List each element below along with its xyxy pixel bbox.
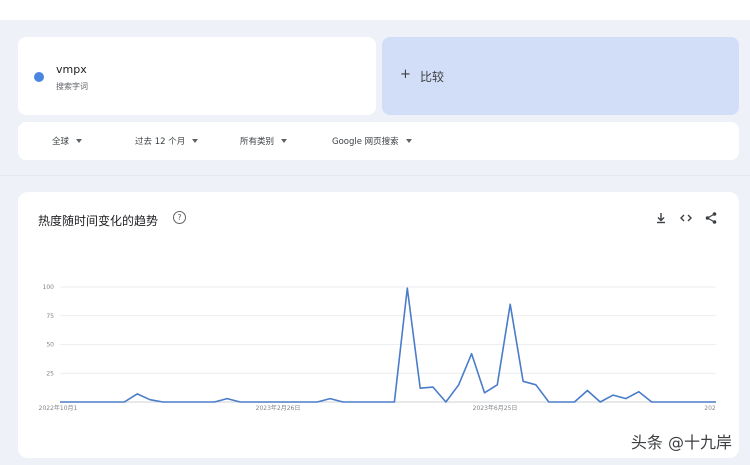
chevron-down-icon	[192, 139, 199, 143]
top-bar	[0, 0, 750, 20]
plus-icon: +	[400, 67, 411, 82]
filter-category-label: 所有类别	[240, 137, 275, 147]
filter-region-label: 全球	[52, 137, 70, 147]
compare-label: 比较	[420, 70, 445, 84]
interest-over-time-card: 热度随时间变化的趋势 ? 25 50 75 100 2022年10月1 2023年2月2…	[18, 192, 739, 458]
x-tick-label: 2022年10月1	[39, 404, 78, 412]
term-color-dot	[34, 72, 44, 82]
term-type: 搜索字词	[56, 82, 88, 91]
chevron-down-icon	[281, 139, 288, 143]
series-line	[60, 287, 716, 403]
line-chart: 25 50 75 100 2022年10月1 2023年2月26日 2023年6月25日 2…	[39, 284, 716, 412]
chevron-down-icon	[405, 139, 412, 143]
term-name: vmpx	[56, 63, 87, 76]
filter-region[interactable]: 全球	[52, 132, 83, 150]
watermark-text: 头条 @十九岸	[630, 433, 732, 452]
x-tick-label: 2023年6月25日	[473, 404, 518, 412]
y-tick-label: 100	[43, 284, 55, 291]
filter-category[interactable]: 所有类别	[240, 132, 288, 150]
y-tick-label: 25	[46, 370, 54, 377]
filter-time-range[interactable]: 过去 12 个月	[135, 132, 199, 150]
chevron-down-icon	[76, 139, 83, 143]
x-tick-label: 2023年2月26日	[256, 404, 301, 412]
filter-search-type-label: Google 网页搜索	[332, 137, 399, 147]
filter-bar: 全球 过去 12 个月 所有类别 Google 网页搜索	[18, 122, 739, 160]
filter-time-range-label: 过去 12 个月	[135, 137, 186, 147]
y-tick-label: 75	[46, 313, 54, 320]
search-term-card[interactable]: vmpx 搜索字词	[18, 37, 376, 115]
y-tick-label: 50	[46, 342, 54, 349]
compare-button[interactable]: + 比较	[382, 37, 739, 115]
filter-search-type[interactable]: Google 网页搜索	[332, 132, 412, 150]
section-divider	[0, 175, 750, 176]
x-tick-label: 202	[704, 405, 716, 412]
